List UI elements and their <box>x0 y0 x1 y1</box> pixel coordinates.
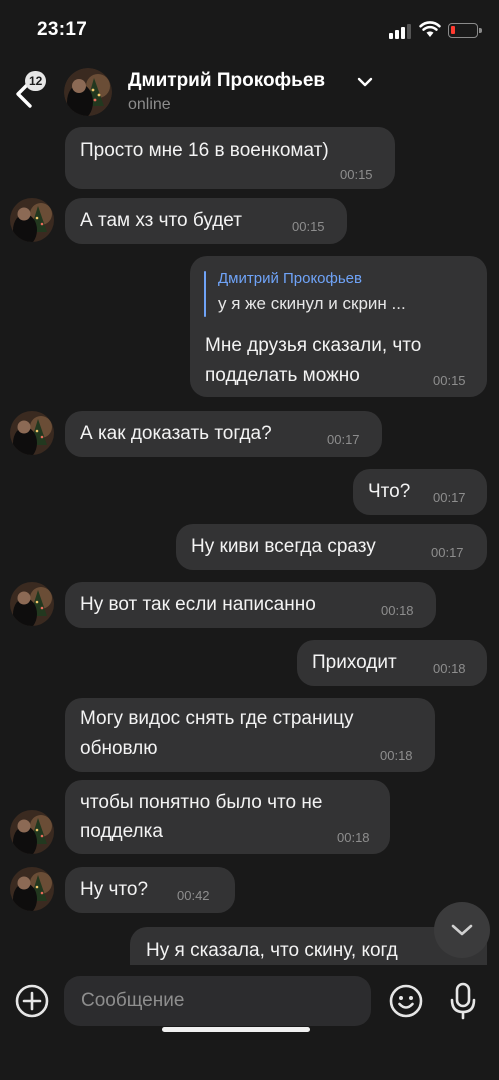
status-time: 23:17 <box>37 19 88 40</box>
contact-status: online <box>128 96 171 113</box>
wifi-icon <box>419 21 441 37</box>
message-input[interactable] <box>64 976 371 1026</box>
message-text: А там хз что будет <box>80 210 242 231</box>
message-bubble[interactable]: Приходит 00:18 <box>297 640 487 686</box>
scroll-down-chevron-icon <box>451 924 473 936</box>
status-bar: 23:17 <box>0 0 499 56</box>
message-text: Приходит <box>312 652 397 673</box>
message-time: 00:15 <box>433 373 466 388</box>
message-text-line: подделать можно <box>205 365 360 386</box>
message-bubble[interactable]: А как доказать тогда? 00:17 <box>65 411 382 457</box>
contact-avatar[interactable] <box>64 68 112 116</box>
contact-name[interactable]: Дмитрий Прокофьев <box>128 70 325 92</box>
message-bubble[interactable]: Дмитрий Прокофьев у я же скинул и скрин … <box>190 256 487 397</box>
message-bubble[interactable]: Ну киви всегда сразу 00:17 <box>176 524 487 570</box>
message-time: 00:18 <box>380 748 413 763</box>
message-bubble[interactable]: Ну вот так если написанно 00:18 <box>65 582 436 628</box>
emoji-icon[interactable] <box>388 983 424 1019</box>
message-time: 00:17 <box>431 545 464 560</box>
scroll-to-bottom-button[interactable] <box>434 902 490 958</box>
message-text-line: обновлю <box>80 738 158 759</box>
microphone-icon[interactable] <box>448 981 478 1021</box>
plus-circle-icon[interactable] <box>14 983 50 1019</box>
unread-count-badge: 12 <box>25 71 47 91</box>
message-bubble[interactable]: А там хз что будет 00:15 <box>65 198 347 244</box>
message-text: А как доказать тогда? <box>80 423 272 444</box>
reply-author: Дмитрий Прокофьев <box>218 270 362 287</box>
message-text: Что? <box>368 481 411 502</box>
battery-level <box>451 26 455 34</box>
avatar[interactable] <box>10 810 54 854</box>
reply-quote-bar <box>204 271 206 317</box>
message-time: 00:18 <box>337 830 370 845</box>
message-time: 00:17 <box>433 490 466 505</box>
composer-bar <box>0 965 499 1080</box>
message-time: 00:18 <box>433 661 466 676</box>
reply-preview: у я же скинул и скрин ... <box>218 294 406 313</box>
message-text: Просто мне 16 в военкомат) <box>80 140 329 161</box>
cellular-signal-icon <box>389 23 414 39</box>
avatar[interactable] <box>10 867 54 911</box>
chevron-down-icon[interactable] <box>357 76 373 88</box>
message-text-line: Мне друзья сказали, что <box>205 335 422 356</box>
message-time: 00:15 <box>292 219 325 234</box>
battery-icon <box>448 23 482 38</box>
home-indicator <box>162 1027 310 1032</box>
message-time: 00:17 <box>327 432 360 447</box>
avatar[interactable] <box>10 411 54 455</box>
message-time: 00:42 <box>177 888 210 903</box>
message-bubble[interactable]: Могу видос снять где страницу обновлю 00… <box>65 698 435 772</box>
message-text: Ну я сказала, что скину, когд <box>146 940 398 961</box>
message-text: Ну что? <box>80 879 149 900</box>
message-bubble[interactable]: чтобы понятно было что не подделка 00:18 <box>65 780 390 854</box>
message-text-line: подделка <box>80 821 163 842</box>
message-bubble[interactable]: Ну что? 00:42 <box>65 867 235 913</box>
message-time: 00:15 <box>340 167 373 182</box>
message-bubble[interactable]: Что? 00:17 <box>353 469 487 515</box>
avatar[interactable] <box>10 582 54 626</box>
avatar[interactable] <box>10 198 54 242</box>
message-text-line: чтобы понятно было что не <box>80 792 323 813</box>
message-text: Ну вот так если написанно <box>80 594 316 615</box>
message-time: 00:18 <box>381 603 414 618</box>
message-text: Ну киви всегда сразу <box>191 536 376 557</box>
message-text-line: Могу видос снять где страницу <box>80 708 354 729</box>
message-bubble[interactable]: Просто мне 16 в военкомат) 00:15 <box>65 127 395 189</box>
